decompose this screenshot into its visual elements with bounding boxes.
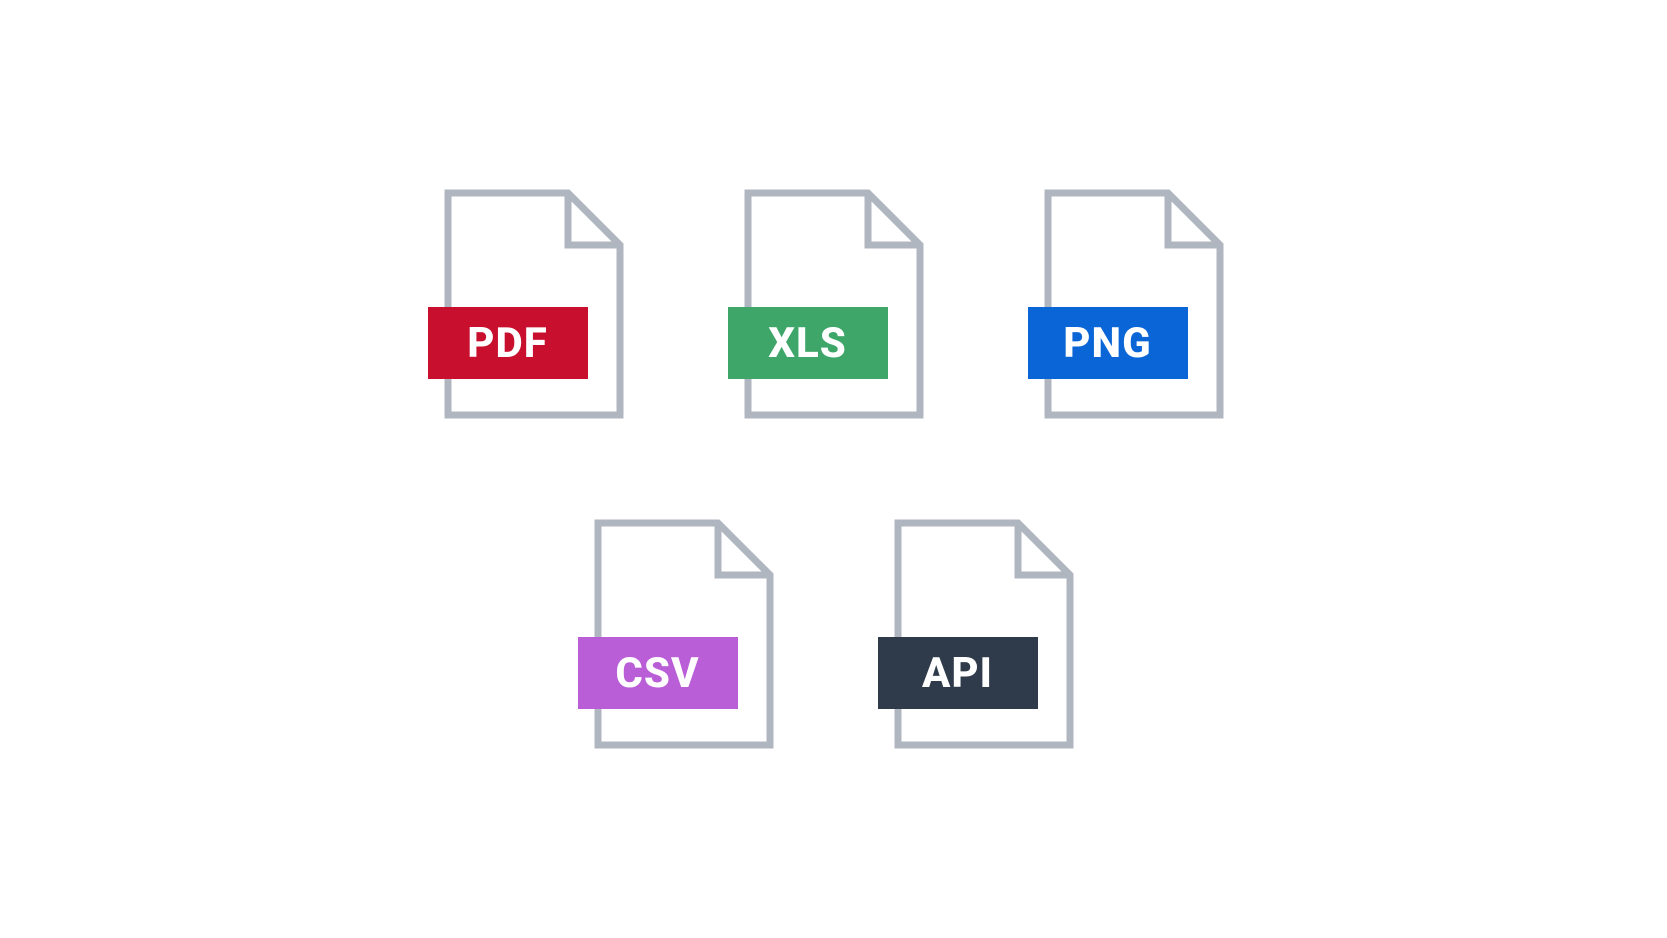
file-icons-row-1: PDF XLS PNG bbox=[444, 189, 1224, 419]
csv-file-icon: CSV bbox=[594, 519, 774, 749]
file-type-badge: XLS bbox=[728, 307, 888, 379]
file-type-icons: PDF XLS PNG bbox=[0, 0, 1667, 938]
document-icon bbox=[444, 189, 624, 419]
file-type-badge: PNG bbox=[1028, 307, 1188, 379]
file-type-label: PDF bbox=[467, 319, 547, 368]
file-type-badge: CSV bbox=[578, 637, 738, 709]
file-type-label: API bbox=[922, 649, 993, 698]
file-type-badge: API bbox=[878, 637, 1038, 709]
document-icon bbox=[594, 519, 774, 749]
document-icon bbox=[744, 189, 924, 419]
file-icons-row-2: CSV API bbox=[594, 519, 1074, 749]
file-type-badge: PDF bbox=[428, 307, 588, 379]
pdf-file-icon: PDF bbox=[444, 189, 624, 419]
document-icon bbox=[1044, 189, 1224, 419]
file-type-label: PNG bbox=[1063, 319, 1151, 368]
file-type-label: XLS bbox=[768, 319, 847, 368]
xls-file-icon: XLS bbox=[744, 189, 924, 419]
png-file-icon: PNG bbox=[1044, 189, 1224, 419]
file-type-label: CSV bbox=[615, 649, 699, 698]
api-file-icon: API bbox=[894, 519, 1074, 749]
document-icon bbox=[894, 519, 1074, 749]
